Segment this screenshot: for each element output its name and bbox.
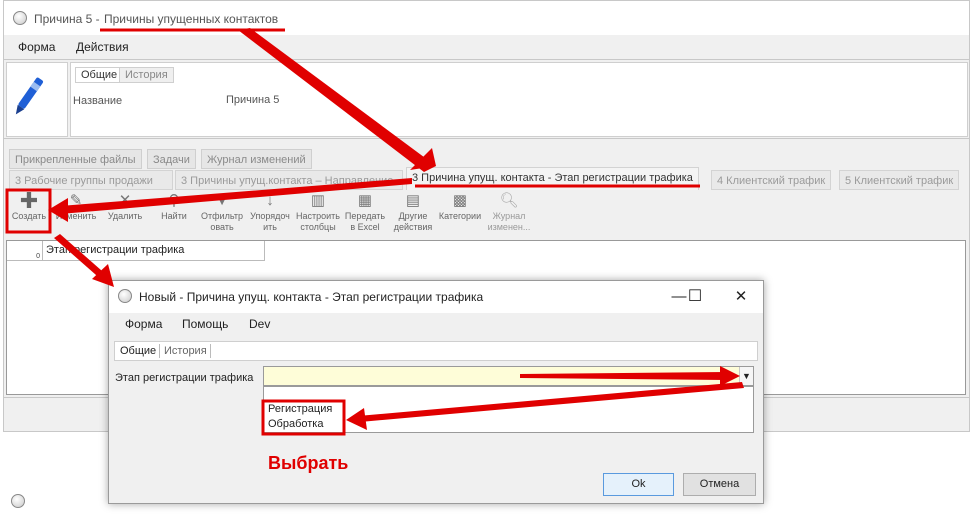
name-value: Причина 5 [226, 94, 280, 106]
categories-label: Категории [438, 211, 482, 221]
dialog-app-icon [118, 289, 132, 303]
find-label: Найти [161, 211, 187, 221]
option-registration[interactable]: Регистрация [268, 403, 332, 415]
main-window-title-highlight: Причины упущенных контактов [104, 12, 279, 26]
binoculars-icon: ⚲ [168, 192, 180, 209]
close-icon[interactable]: ✕ [726, 287, 756, 307]
more-actions-button[interactable]: ▤ Другие действия [391, 192, 435, 236]
tab-reason-direction[interactable]: 3 Причины упущ.контакта – Направление [175, 170, 403, 190]
filter-icon: ▼ [214, 192, 230, 209]
header-panel: Общие История Название Причина 5 [4, 59, 969, 139]
tab-history[interactable]: История [119, 67, 174, 83]
toolbar: ✚ Создать ✎ Изменить ✕ Удалить ⚲ Найти ▼… [4, 188, 969, 238]
dialog-tab-strip: Общие История [114, 341, 758, 361]
cancel-button[interactable]: Отмена [683, 473, 756, 496]
window-app-icon [13, 11, 27, 25]
ok-button[interactable]: Ok [603, 473, 674, 496]
pencil-icon: ✎ [69, 192, 83, 209]
delete-icon: ✕ [118, 192, 132, 209]
plus-icon: ✚ [19, 188, 39, 213]
general-field-panel: Общие История Название Причина 5 [70, 62, 968, 137]
taskbar-app-icon [11, 494, 25, 508]
main-titlebar: Причина 5 - Причины упущенных контактов [4, 1, 969, 35]
log-button[interactable]: 🔍︎ Журнал изменен... [485, 192, 533, 236]
categories-icon: ▩ [452, 192, 468, 209]
tab-general[interactable]: Общие [75, 67, 124, 83]
columns-label: Настроить столбцы [296, 211, 340, 232]
tab-client-traffic-5[interactable]: 5 Клиентский трафик [839, 170, 960, 190]
registration-stage-combo[interactable] [263, 366, 754, 386]
tab-reason-registration-stage[interactable]: 3 Причина упущ. контакта - Этап регистра… [406, 167, 699, 190]
export-excel-button[interactable]: ▦ Передать в Excel [343, 192, 387, 236]
filter-label: Отфильтр овать [201, 211, 243, 232]
dialog-menu-dev[interactable]: Dev [249, 317, 270, 331]
sort-label: Упорядоч ить [250, 211, 290, 232]
create-label: Создать [11, 211, 47, 221]
sort-button[interactable]: ↓ Упорядоч ить [247, 192, 293, 236]
more-actions-label: Другие действия [393, 211, 433, 232]
edit-button[interactable]: ✎ Изменить [54, 192, 98, 236]
menu-form[interactable]: Форма [18, 40, 55, 54]
tab-work-groups[interactable]: 3 Рабочие группы продажи [9, 170, 173, 190]
more-actions-icon: ▤ [405, 192, 421, 209]
delete-button[interactable]: ✕ Удалить [103, 192, 147, 236]
new-record-dialog: Новый - Причина упущ. контакта - Этап ре… [108, 280, 764, 504]
columns-icon: ▥ [310, 192, 326, 209]
tab-client-traffic-4[interactable]: 4 Клиентский трафик [711, 170, 832, 190]
registration-stage-label: Этап регистрации трафика [115, 372, 254, 384]
name-label: Название [73, 95, 123, 107]
grid-row-count: 0 [7, 241, 43, 261]
edit-icon-box [6, 62, 68, 137]
select-annotation-text: Выбрать [268, 453, 349, 473]
sort-icon: ↓ [266, 192, 274, 209]
tab-change-log[interactable]: Журнал изменений [201, 149, 312, 169]
dialog-menu-form[interactable]: Форма [125, 317, 162, 331]
find-button[interactable]: ⚲ Найти [152, 192, 196, 236]
filter-button[interactable]: ▼ Отфильтр овать [199, 192, 245, 236]
dialog-titlebar: Новый - Причина упущ. контакта - Этап ре… [109, 281, 763, 313]
tab-attached-files[interactable]: Прикрепленные файлы [9, 149, 142, 169]
export-excel-label: Передать в Excel [344, 211, 386, 232]
registration-stage-dropdown: Регистрация Обработка [263, 386, 754, 433]
excel-icon: ▦ [357, 192, 373, 209]
chevron-down-icon[interactable]: ▼ [739, 367, 753, 385]
columns-button[interactable]: ▥ Настроить столбцы [294, 192, 342, 236]
grid-column-header[interactable]: Этап регистрации трафика [43, 241, 265, 261]
dialog-tab-history[interactable]: История [161, 344, 211, 358]
option-processing[interactable]: Обработка [268, 418, 323, 430]
log-label: Журнал изменен... [487, 211, 531, 232]
dialog-title: Новый - Причина упущ. контакта - Этап ре… [139, 290, 484, 304]
tab-tasks[interactable]: Задачи [147, 149, 196, 169]
dialog-tab-general[interactable]: Общие [117, 344, 161, 358]
delete-label: Удалить [107, 211, 143, 221]
main-menubar: Форма Действия [4, 35, 969, 59]
main-window-title-prefix: Причина 5 - [34, 12, 100, 26]
log-icon: 🔍︎ [499, 192, 519, 209]
menu-actions[interactable]: Действия [76, 40, 129, 54]
create-button[interactable]: ✚ Создать [7, 188, 51, 236]
categories-button[interactable]: ▩ Категории [438, 192, 482, 236]
dialog-menu-help[interactable]: Помощь [182, 317, 228, 331]
edit-label: Изменить [55, 211, 97, 221]
pen-icon [15, 77, 43, 115]
maximize-icon[interactable]: ☐ [680, 287, 710, 307]
